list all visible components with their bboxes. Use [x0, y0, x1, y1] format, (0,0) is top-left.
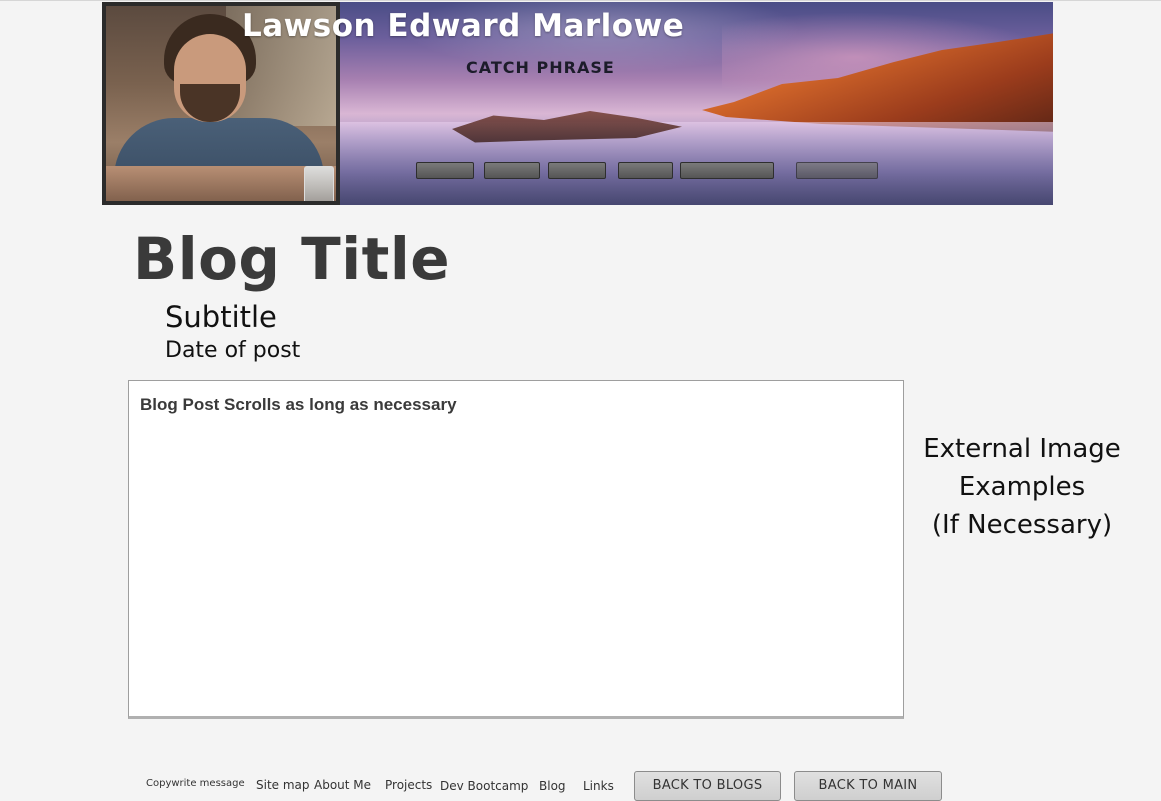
- nav-button-3[interactable]: [548, 162, 606, 179]
- footer-link-dev-bootcamp[interactable]: Dev Bootcamp: [440, 779, 528, 793]
- blog-post-content[interactable]: Blog Post Scrolls as long as necessary: [128, 380, 904, 719]
- nav-button-6[interactable]: [796, 162, 878, 179]
- external-image-line: External Image: [923, 434, 1121, 464]
- nav-button-2[interactable]: [484, 162, 540, 179]
- header-banner: Lawson Edward Marlowe CATCH PHRASE: [102, 2, 1053, 205]
- blog-post-text: Blog Post Scrolls as long as necessary: [140, 395, 457, 414]
- external-image-line: Examples: [958, 472, 1086, 502]
- blog-subtitle: Subtitle: [165, 300, 277, 334]
- footer-link-projects[interactable]: Projects: [385, 778, 432, 792]
- back-to-main-button[interactable]: BACK TO MAIN: [794, 771, 942, 801]
- footer-link-site-map[interactable]: Site map: [256, 778, 310, 792]
- post-date: Date of post: [165, 338, 301, 363]
- nav-button-5[interactable]: [680, 162, 774, 179]
- external-image-line: (If Necessary): [931, 510, 1113, 540]
- site-title: Lawson Edward Marlowe: [242, 8, 685, 44]
- catch-phrase: CATCH PHRASE: [466, 58, 615, 77]
- external-image-examples: External Image Examples (If Necessary): [916, 430, 1128, 544]
- nav-button-1[interactable]: [416, 162, 474, 179]
- nav-button-4[interactable]: [618, 162, 673, 179]
- footer-link-about-me[interactable]: About Me: [314, 778, 371, 792]
- back-to-blogs-button[interactable]: BACK TO BLOGS: [634, 771, 781, 801]
- footer-link-links[interactable]: Links: [583, 779, 614, 793]
- blog-title: Blog Title: [133, 225, 451, 293]
- copyright-message: Copywrite message: [146, 778, 245, 789]
- top-border: [0, 0, 1161, 1]
- footer-link-blog[interactable]: Blog: [539, 779, 566, 793]
